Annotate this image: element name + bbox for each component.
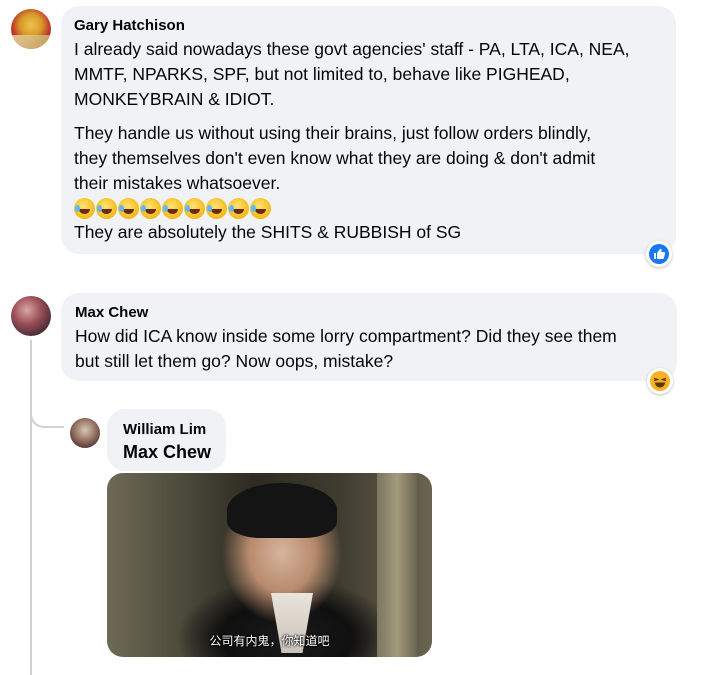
gif-figure-hair (227, 483, 337, 538)
comment-text-line: they themselves don't even know what the… (74, 148, 596, 168)
rolling-on-floor-laughing-emoji (228, 198, 249, 219)
reply-author[interactable]: William Lim (123, 421, 206, 439)
comment-text-line: MMTF, NPARKS, SPF, but not limited to, b… (74, 64, 570, 84)
comment-author[interactable]: Max Chew (75, 304, 148, 322)
rolling-on-floor-laughing-emoji (118, 198, 139, 219)
thread-line (30, 340, 32, 675)
thread-connector (30, 394, 64, 428)
rolling-on-floor-laughing-emoji (250, 198, 271, 219)
rolling-on-floor-laughing-emoji (140, 198, 161, 219)
haha-reaction-icon[interactable] (647, 368, 673, 394)
comment-text-line: MONKEYBRAIN & IDIOT. (74, 89, 275, 109)
comment-text-line: their mistakes whatsoever. (74, 173, 281, 193)
comment-author[interactable]: Gary Hatchison (74, 17, 185, 35)
gif-background-pillar (377, 473, 417, 657)
rolling-on-floor-laughing-emoji (162, 198, 183, 219)
rolling-on-floor-laughing-emoji (74, 198, 95, 219)
comment-text-line: How did ICA know inside some lorry compa… (75, 326, 617, 346)
rolling-on-floor-laughing-emoji (206, 198, 227, 219)
reply-gif-image[interactable]: 公司有内鬼，你知道吧 (107, 473, 432, 657)
rolling-on-floor-laughing-emoji (184, 198, 205, 219)
avatar-william-lim[interactable] (70, 418, 100, 448)
comment-text-line: They are absolutely the SHITS & RUBBISH … (74, 222, 462, 242)
comment-text-line: I already said nowadays these govt agenc… (74, 39, 630, 59)
comment-text-line: They handle us without using their brain… (74, 123, 592, 143)
comment-text-line: but still let them go? Now oops, mistake… (75, 351, 394, 371)
like-reaction-icon[interactable] (646, 241, 672, 267)
mention-link[interactable]: Max Chew (123, 441, 211, 463)
rolling-on-floor-laughing-emoji (96, 198, 117, 219)
avatar-max-chew[interactable] (11, 296, 51, 336)
emoji-row (74, 198, 271, 219)
avatar-gary-hatchison[interactable] (11, 9, 51, 49)
gif-subtitle: 公司有内鬼，你知道吧 (209, 634, 330, 648)
comment-thread: Gary Hatchison I already said nowadays t… (0, 0, 711, 675)
